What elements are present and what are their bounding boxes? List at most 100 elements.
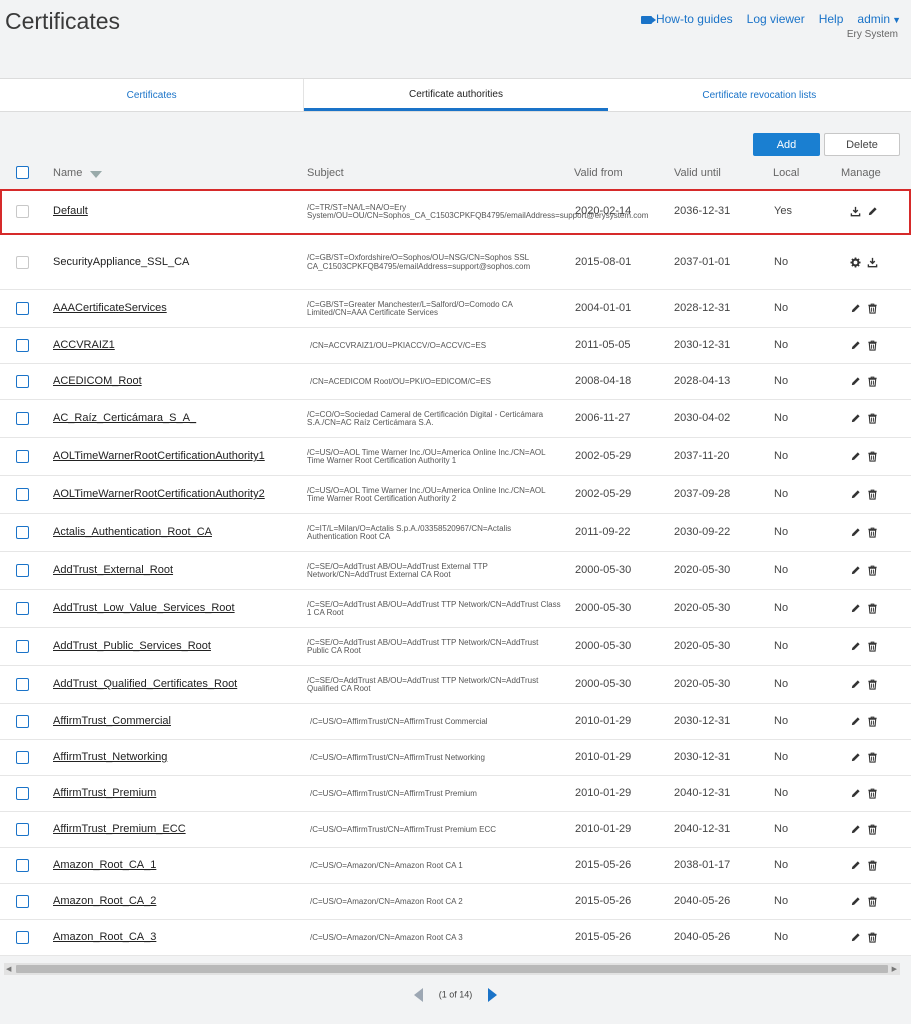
table-row[interactable]: AOLTimeWarnerRootCertificationAuthority1… xyxy=(0,438,911,476)
cert-name-link[interactable]: Default xyxy=(53,205,88,217)
table-row[interactable]: AffirmTrust_Commercial/C=US/O=AffirmTrus… xyxy=(0,704,911,740)
table-row[interactable]: AC_Raíz_Certicámara_S_A_ /C=CO/O=Sociedad… xyxy=(0,400,911,438)
cert-name-link[interactable]: ACCVRAIZ1 xyxy=(53,339,115,351)
edit-icon[interactable] xyxy=(850,527,861,538)
cert-name-link[interactable]: AffirmTrust_Commercial xyxy=(53,715,171,727)
tab-certificates[interactable]: Certificates xyxy=(0,79,305,111)
table-row[interactable]: AddTrust_External_Root/C=SE/O=AddTrust A… xyxy=(0,552,911,590)
trash-icon[interactable] xyxy=(867,565,878,576)
cert-name-link[interactable]: AddTrust_Public_Services_Root xyxy=(53,640,211,652)
next-page-icon[interactable] xyxy=(488,988,498,1002)
table-row[interactable]: ACCVRAIZ1/CN=ACCVRAIZ1/OU=PKIACCV/O=ACCV… xyxy=(0,328,911,364)
add-button[interactable]: Add xyxy=(753,133,820,156)
trash-icon[interactable] xyxy=(867,489,878,500)
edit-icon[interactable] xyxy=(850,716,861,727)
download-icon[interactable] xyxy=(850,206,861,217)
trash-icon[interactable] xyxy=(867,896,878,907)
cert-name-link[interactable]: AddTrust_Low_Value_Services_Root xyxy=(53,602,235,614)
edit-icon[interactable] xyxy=(850,603,861,614)
trash-icon[interactable] xyxy=(867,376,878,387)
table-row[interactable]: SecurityAppliance_SSL_CA/C=GB/ST=Oxfords… xyxy=(0,235,911,290)
row-checkbox[interactable] xyxy=(16,339,29,352)
table-row[interactable]: AddTrust_Public_Services_Root/C=SE/O=Add… xyxy=(0,628,911,666)
trash-icon[interactable] xyxy=(867,451,878,462)
row-checkbox[interactable] xyxy=(16,412,29,425)
edit-icon[interactable] xyxy=(850,376,861,387)
cert-name-link[interactable]: Amazon_Root_CA_1 xyxy=(53,859,156,871)
row-checkbox[interactable] xyxy=(16,678,29,691)
log-viewer-link[interactable]: Log viewer xyxy=(747,12,805,26)
edit-icon[interactable] xyxy=(850,413,861,424)
user-menu[interactable]: admin ▼ xyxy=(857,12,901,26)
row-checkbox[interactable] xyxy=(16,859,29,872)
filter-icon[interactable] xyxy=(90,171,103,178)
edit-icon[interactable] xyxy=(850,752,861,763)
trash-icon[interactable] xyxy=(867,932,878,943)
table-row[interactable]: Amazon_Root_CA_1/C=US/O=Amazon/CN=Amazon… xyxy=(0,848,911,884)
row-checkbox[interactable] xyxy=(16,526,29,539)
gear-icon[interactable] xyxy=(850,256,861,268)
cert-name-link[interactable]: AOLTimeWarnerRootCertificationAuthority1 xyxy=(53,450,265,462)
table-row[interactable]: AddTrust_Low_Value_Services_Root/C=SE/O=… xyxy=(0,590,911,628)
trash-icon[interactable] xyxy=(867,860,878,871)
col-name[interactable]: Name xyxy=(53,167,103,179)
table-row[interactable]: Actalis_Authentication_Root_CA/C=IT/L=Mi… xyxy=(0,514,911,552)
edit-icon[interactable] xyxy=(850,303,861,314)
edit-icon[interactable] xyxy=(850,641,861,652)
row-checkbox[interactable] xyxy=(16,375,29,388)
trash-icon[interactable] xyxy=(867,303,878,314)
cert-name-link[interactable]: Amazon_Root_CA_2 xyxy=(53,895,156,907)
cert-name-link[interactable]: AC_Raíz_Certicámara_S_A_ xyxy=(53,412,196,424)
scroll-left-icon[interactable]: ◀ xyxy=(6,965,11,973)
table-row[interactable]: Default/C=TR/ST=NA/L=NA/O=Ery System/OU=… xyxy=(0,189,911,235)
row-checkbox[interactable] xyxy=(16,715,29,728)
cert-name-link[interactable]: AAACertificateServices xyxy=(53,302,167,314)
table-row[interactable]: AffirmTrust_Premium_ECC/C=US/O=AffirmTru… xyxy=(0,812,911,848)
prev-page-icon[interactable] xyxy=(413,988,423,1002)
edit-icon[interactable] xyxy=(850,565,861,576)
trash-icon[interactable] xyxy=(867,716,878,727)
tab-certificate-revocation-lists[interactable]: Certificate revocation lists xyxy=(608,79,911,111)
table-row[interactable]: Amazon_Root_CA_2/C=US/O=Amazon/CN=Amazon… xyxy=(0,884,911,920)
cert-name-link[interactable]: AddTrust_External_Root xyxy=(53,564,173,576)
edit-icon[interactable] xyxy=(850,679,861,690)
edit-icon[interactable] xyxy=(850,489,861,500)
howto-guides-link[interactable]: How-to guides xyxy=(640,12,733,26)
trash-icon[interactable] xyxy=(867,752,878,763)
row-checkbox[interactable] xyxy=(16,602,29,615)
help-link[interactable]: Help xyxy=(819,12,844,26)
row-checkbox[interactable] xyxy=(16,302,29,315)
row-checkbox[interactable] xyxy=(16,450,29,463)
edit-icon[interactable] xyxy=(850,788,861,799)
cert-name-link[interactable]: AOLTimeWarnerRootCertificationAuthority2 xyxy=(53,488,265,500)
download-icon[interactable] xyxy=(867,257,878,268)
cert-name-link[interactable]: AddTrust_Qualified_Certificates_Root xyxy=(53,678,237,690)
cert-name-link[interactable]: AffirmTrust_Premium xyxy=(53,787,156,799)
edit-icon[interactable] xyxy=(850,896,861,907)
edit-icon[interactable] xyxy=(867,206,878,217)
trash-icon[interactable] xyxy=(867,527,878,538)
row-checkbox[interactable] xyxy=(16,488,29,501)
row-checkbox[interactable] xyxy=(16,751,29,764)
table-row[interactable]: AffirmTrust_Networking/C=US/O=AffirmTrus… xyxy=(0,740,911,776)
edit-icon[interactable] xyxy=(850,932,861,943)
cert-name-link[interactable]: Amazon_Root_CA_3 xyxy=(53,931,156,943)
horizontal-scrollbar[interactable]: ◀ ▶ xyxy=(4,963,900,975)
row-checkbox[interactable] xyxy=(16,931,29,944)
table-row[interactable]: AAACertificateServices/C=GB/ST=Greater M… xyxy=(0,290,911,328)
cert-name-link[interactable]: SecurityAppliance_SSL_CA xyxy=(53,256,189,268)
edit-icon[interactable] xyxy=(850,340,861,351)
table-row[interactable]: AOLTimeWarnerRootCertificationAuthority2… xyxy=(0,476,911,514)
cert-name-link[interactable]: AffirmTrust_Networking xyxy=(53,751,167,763)
scrollbar-thumb[interactable] xyxy=(16,965,888,973)
trash-icon[interactable] xyxy=(867,679,878,690)
scroll-right-icon[interactable]: ▶ xyxy=(892,965,897,973)
delete-button[interactable]: Delete xyxy=(824,133,900,156)
cert-name-link[interactable]: Actalis_Authentication_Root_CA xyxy=(53,526,212,538)
tab-certificate-authorities[interactable]: Certificate authorities xyxy=(304,79,608,111)
row-checkbox[interactable] xyxy=(16,787,29,800)
cert-name-link[interactable]: ACEDICOM_Root xyxy=(53,375,142,387)
edit-icon[interactable] xyxy=(850,451,861,462)
table-row[interactable]: AddTrust_Qualified_Certificates_Root/C=S… xyxy=(0,666,911,704)
trash-icon[interactable] xyxy=(867,824,878,835)
